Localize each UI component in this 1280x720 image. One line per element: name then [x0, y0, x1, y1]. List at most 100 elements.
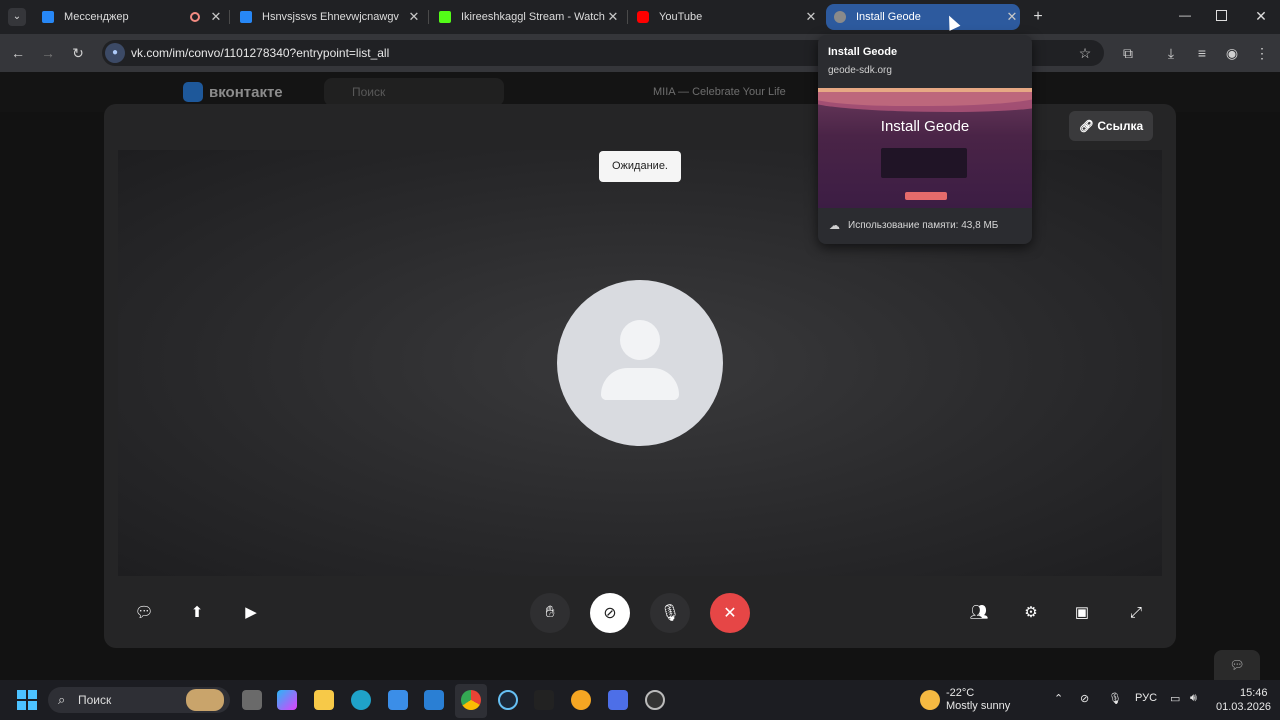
weather-desc[interactable]: Mostly sunny: [946, 700, 1010, 712]
camera-off-icon: ⊘: [603, 605, 617, 622]
language-indicator[interactable]: РУС: [1135, 692, 1157, 704]
download-icon[interactable]: ⤓: [1163, 45, 1179, 61]
avatar-body: [601, 368, 679, 400]
tab-hover-card: Install Geode geode-sdk.org Install Geod…: [818, 35, 1032, 244]
tab-separator: [428, 10, 429, 24]
close-icon: ✕: [723, 605, 737, 622]
display-icon[interactable]: ▭: [1170, 692, 1180, 705]
end-call-button[interactable]: ✕: [710, 593, 750, 633]
microphone-button[interactable]: 🎙︎: [650, 593, 690, 633]
taskbar-search[interactable]: ⌕ Поиск: [48, 687, 230, 713]
geode-icon: [834, 11, 846, 23]
mail-icon[interactable]: [424, 690, 444, 710]
tab-search-button[interactable]: ⌄: [8, 8, 26, 26]
avatar: [557, 280, 723, 446]
media-control-icon[interactable]: ≡: [1194, 45, 1210, 61]
messenger-icon: [42, 11, 54, 23]
copilot-icon[interactable]: [277, 690, 297, 710]
microphone-tray-icon[interactable]: 🎙︎: [1108, 692, 1122, 705]
app-blue-icon[interactable]: [608, 690, 628, 710]
vk-player-track[interactable]: MIIA — Celebrate Your Life: [653, 86, 786, 98]
clock-time[interactable]: 15:46: [1240, 687, 1268, 699]
menu-icon[interactable]: ⋮: [1254, 45, 1270, 61]
edge-icon[interactable]: [351, 690, 371, 710]
spark-app-icon[interactable]: [534, 690, 554, 710]
clock-date[interactable]: 01.03.2026: [1216, 701, 1271, 713]
hover-card-domain: geode-sdk.org: [828, 65, 892, 76]
discord-like-icon[interactable]: [571, 690, 591, 710]
search-icon: ⌕: [58, 692, 66, 707]
vk-icon: [240, 11, 252, 23]
tab-vk-profile[interactable]: Hsnvsjssvs Ehnevwjcnawgv ✕: [232, 4, 422, 30]
tab-title: Ikireeshkaggl Stream - Watch Li: [461, 11, 605, 23]
kick-icon: [439, 11, 451, 23]
camera-toggle-button[interactable]: ⊘: [590, 593, 630, 633]
forward-icon[interactable]: →: [40, 45, 56, 61]
close-window-button[interactable]: ✕: [1252, 8, 1270, 26]
steam-icon[interactable]: [498, 690, 518, 710]
tab-kick-stream[interactable]: Ikireeshkaggl Stream - Watch Li ✕: [431, 4, 621, 30]
weather-icon: [920, 690, 940, 710]
windows-start-icon[interactable]: [17, 690, 37, 710]
close-icon[interactable]: ✕: [1004, 9, 1020, 25]
voice-search-icon[interactable]: ●: [105, 43, 125, 63]
tab-title: Мессенджер: [64, 11, 129, 23]
fullscreen-icon[interactable]: ⤢: [1126, 603, 1146, 623]
volume-icon[interactable]: 🔊︎: [1190, 692, 1197, 705]
bookmark-star-icon[interactable]: ☆: [1077, 45, 1093, 61]
link-icon: 🔗︎: [1078, 119, 1098, 133]
chat-icon[interactable]: 💬︎: [134, 603, 154, 623]
floating-chat-button[interactable]: 💬︎: [1214, 650, 1260, 680]
restore-button[interactable]: [1216, 10, 1227, 21]
weather-temp[interactable]: -22°C: [946, 687, 974, 699]
tab-messenger[interactable]: Мессенджер ✕: [34, 4, 224, 30]
vk-logo-text: вконтакте: [209, 84, 283, 101]
vk-logo-icon: [183, 82, 203, 102]
extensions-icon[interactable]: ⧉: [1120, 45, 1136, 61]
close-icon[interactable]: ✕: [803, 9, 819, 25]
hand-icon: ✋︎: [545, 604, 555, 621]
layout-icon[interactable]: ▣: [1072, 603, 1092, 623]
url-text: vk.com/im/convo/1101278340?entrypoint=li…: [131, 46, 390, 60]
task-view-icon[interactable]: [242, 690, 262, 710]
tab-separator: [229, 10, 230, 24]
tab-title: Install Geode: [856, 11, 921, 23]
tab-youtube[interactable]: YouTube ✕: [629, 4, 819, 30]
close-icon[interactable]: ✕: [605, 9, 621, 25]
network-icon[interactable]: ⊘: [1080, 692, 1089, 705]
tab-separator: [627, 10, 628, 24]
memory-usage: Использование памяти: 43,8 МБ: [848, 220, 999, 231]
obs-icon[interactable]: [645, 690, 665, 710]
thumbnail-heading: Install Geode: [880, 118, 970, 135]
new-tab-button[interactable]: +: [1029, 8, 1047, 26]
reload-icon[interactable]: ↻: [70, 45, 86, 61]
microphone-icon: 🎙︎: [659, 605, 681, 622]
file-explorer-icon[interactable]: [314, 690, 334, 710]
avatar-head: [620, 320, 660, 360]
hover-card-thumbnail: Install Geode: [818, 88, 1032, 208]
minimize-button[interactable]: —: [1176, 8, 1194, 26]
tab-install-geode[interactable]: Install Geode ✕: [826, 4, 1020, 30]
share-screen-icon[interactable]: ⬆: [187, 603, 207, 623]
profile-icon[interactable]: ◉: [1224, 45, 1240, 61]
participants-icon[interactable]: 👥︎: [969, 603, 989, 623]
raise-hand-button[interactable]: ✋︎: [530, 593, 570, 633]
thumbnail-download-button: [905, 192, 947, 200]
close-icon[interactable]: ✕: [406, 9, 422, 25]
tab-title: Hsnvsjssvs Ehnevwjcnawgv: [262, 11, 399, 23]
chrome-icon[interactable]: [461, 690, 481, 710]
copy-link-button[interactable]: 🔗︎ Ссылка: [1069, 111, 1153, 141]
settings-icon[interactable]: ⚙: [1021, 603, 1041, 623]
youtube-icon: [637, 11, 649, 23]
vk-search-input[interactable]: Поиск: [324, 78, 504, 106]
record-icon[interactable]: ▶: [241, 603, 261, 623]
tab-title: YouTube: [659, 11, 703, 23]
back-icon[interactable]: ←: [10, 45, 26, 61]
tray-overflow-icon[interactable]: ⌃: [1054, 692, 1063, 705]
search-highlight-icon: [186, 689, 224, 711]
memory-icon: ☁: [829, 220, 840, 232]
store-icon[interactable]: [388, 690, 408, 710]
thumbnail-instructions-box: [881, 148, 967, 178]
hover-card-title: Install Geode: [828, 46, 898, 58]
close-icon[interactable]: ✕: [208, 9, 224, 25]
